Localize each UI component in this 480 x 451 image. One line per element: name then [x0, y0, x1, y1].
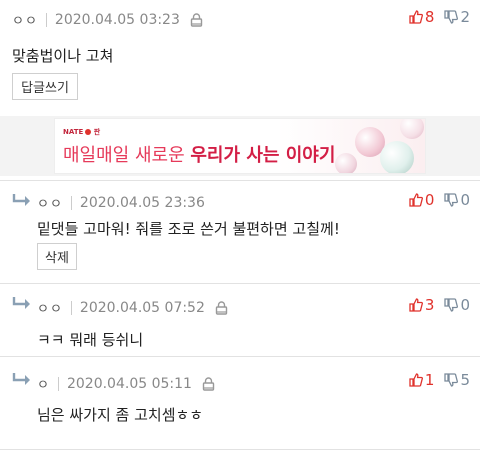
thumbs-up-icon [409, 373, 423, 387]
vote-box: 0 0 [409, 191, 470, 209]
thumbs-down-icon [444, 373, 459, 387]
meta-separator [70, 300, 72, 315]
downvote-count: 2 [460, 8, 470, 26]
reply-meta: ㅇㅇ 2020.04.05 07:52 [37, 298, 228, 317]
downvote-count: 5 [460, 371, 470, 389]
reply-date: 2020.04.05 07:52 [79, 299, 205, 316]
reply-arrow-icon [12, 373, 30, 385]
divider [0, 180, 480, 181]
upvote-count: 3 [424, 296, 435, 314]
comment-text: 맞춤법이나 고쳐 [12, 47, 114, 65]
reply-button[interactable]: 답글쓰기 [12, 73, 78, 100]
meta-separator [70, 195, 72, 210]
upvote-button[interactable]: 1 [409, 371, 435, 389]
meta-separator [45, 12, 47, 27]
lock-icon [202, 376, 215, 391]
divider [0, 356, 480, 357]
ad-section: NATE 판 매일매일 새로운 우리가 사는 이야기. [0, 116, 480, 176]
reply-text: 밑댓들 고마워! 줘를 조로 쓴거 불편하면 고칠께! [37, 220, 340, 238]
author-nick[interactable]: ㅇㅇ [37, 193, 63, 212]
author-nick[interactable]: ㅇㅇ [37, 298, 63, 317]
downvote-count: 0 [460, 296, 470, 314]
pearl-decoration-icon [400, 119, 424, 139]
author-nick[interactable]: ㅇㅇ [12, 10, 38, 29]
reply-arrow-icon [12, 194, 30, 206]
comment-date: 2020.04.05 03:23 [54, 11, 180, 28]
upvote-count: 1 [424, 371, 435, 389]
upvote-count: 0 [424, 191, 435, 209]
vote-box: 1 5 [409, 371, 470, 389]
thumbs-down-icon [444, 10, 459, 24]
upvote-button[interactable]: 8 [409, 8, 435, 26]
logo-dot-icon [85, 129, 92, 135]
ad-banner[interactable]: NATE 판 매일매일 새로운 우리가 사는 이야기. [54, 118, 426, 174]
upvote-count: 8 [424, 8, 435, 26]
divider [0, 283, 480, 284]
downvote-button[interactable]: 0 [444, 191, 470, 209]
downvote-button[interactable]: 5 [444, 371, 470, 389]
thumbs-up-icon [409, 298, 423, 312]
pearl-decoration-icon [335, 153, 357, 173]
vote-box: 8 2 [409, 8, 470, 26]
pearl-decoration-icon [380, 141, 414, 173]
thumbs-up-icon [409, 193, 423, 207]
ad-text: 매일매일 새로운 우리가 사는 이야기. [63, 145, 343, 166]
downvote-button[interactable]: 2 [444, 8, 470, 26]
ad-logo: NATE 판 [63, 128, 101, 136]
author-nick[interactable]: ㅇ [37, 374, 50, 393]
thumbs-down-icon [444, 193, 459, 207]
comment-meta: ㅇㅇ 2020.04.05 03:23 [12, 10, 203, 29]
reply-meta: ㅇ 2020.04.05 05:11 [37, 374, 215, 393]
thumbs-down-icon [444, 298, 459, 312]
meta-separator [57, 376, 59, 391]
reply-meta: ㅇㅇ 2020.04.05 23:36 [37, 193, 205, 213]
divider [0, 449, 480, 450]
upvote-button[interactable]: 0 [409, 191, 435, 209]
delete-button[interactable]: 삭제 [37, 243, 77, 270]
upvote-button[interactable]: 3 [409, 296, 435, 314]
reply-date: 2020.04.05 05:11 [66, 375, 192, 392]
downvote-count: 0 [460, 191, 470, 209]
reply-date: 2020.04.05 23:36 [79, 194, 205, 211]
reply-arrow-icon [12, 297, 30, 309]
lock-icon [215, 300, 228, 315]
downvote-button[interactable]: 0 [444, 296, 470, 314]
reply-text: ㅋㅋ 뭐래 등쉬니 [37, 331, 144, 349]
lock-icon [190, 12, 203, 27]
thumbs-up-icon [409, 10, 423, 24]
vote-box: 3 0 [409, 296, 470, 314]
reply-text: 님은 싸가지 좀 고치셈ㅎㅎ [37, 406, 204, 424]
